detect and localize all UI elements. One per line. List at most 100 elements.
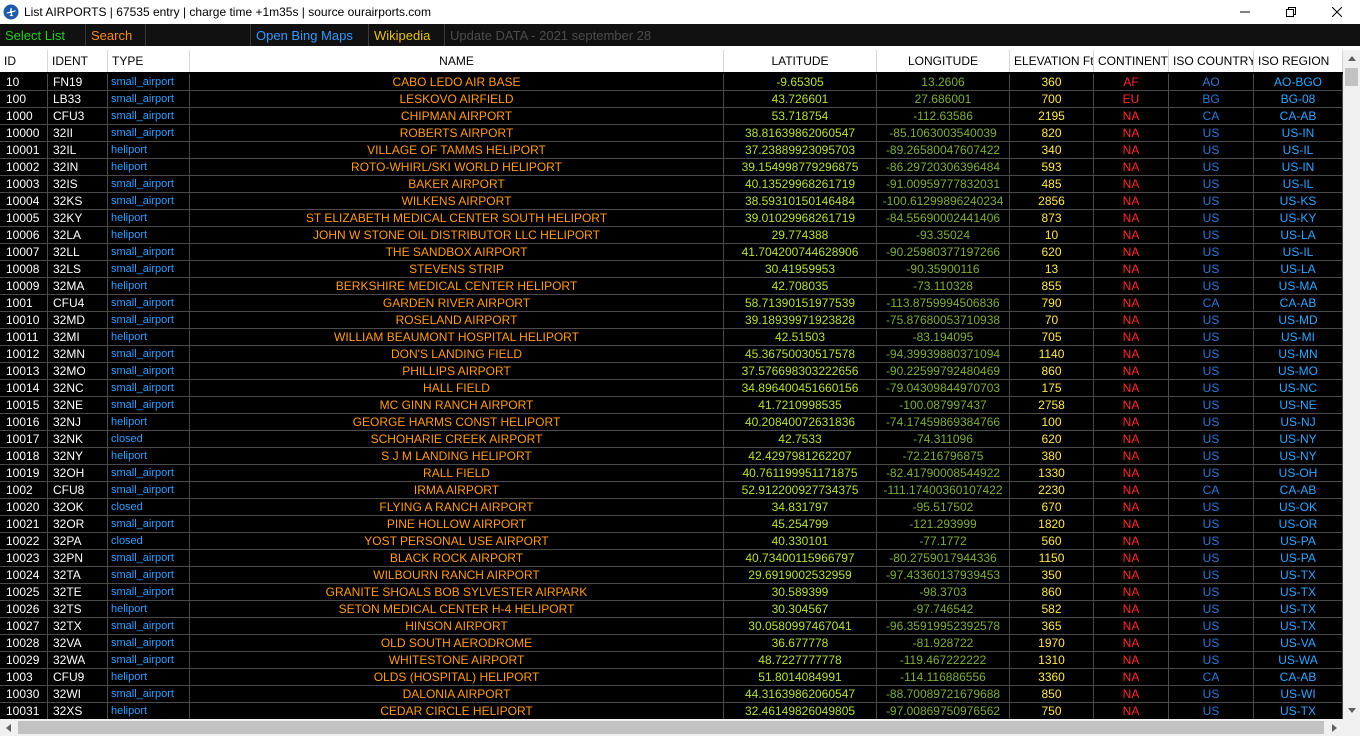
- cell-id[interactable]: 1002: [0, 482, 48, 498]
- cell-longitude[interactable]: -91.00959777832031: [877, 176, 1010, 192]
- cell-type[interactable]: small_airport: [108, 312, 190, 328]
- cell-type[interactable]: small_airport: [108, 397, 190, 413]
- cell-continent[interactable]: NA: [1094, 414, 1169, 430]
- table-row[interactable]: 10023 32PN small_airport BLACK ROCK AIRPORT…: [0, 550, 1343, 567]
- cell-elevation[interactable]: 10: [1010, 227, 1094, 243]
- cell-elevation[interactable]: 860: [1010, 363, 1094, 379]
- cell-continent[interactable]: NA: [1094, 363, 1169, 379]
- cell-elevation[interactable]: 360: [1010, 74, 1094, 90]
- cell-type[interactable]: heliport: [108, 669, 190, 685]
- cell-elevation[interactable]: 750: [1010, 703, 1094, 719]
- cell-elevation[interactable]: 1150: [1010, 550, 1094, 566]
- cell-ident[interactable]: 32TS: [48, 601, 108, 617]
- table-row[interactable]: 10016 32NJ heliport GEORGE HARMS CONST HELI…: [0, 414, 1343, 431]
- cell-ident[interactable]: 32PA: [48, 533, 108, 549]
- table-row[interactable]: 1001 CFU4 small_airport GARDEN RIVER AIRPOR…: [0, 295, 1343, 312]
- cell-latitude[interactable]: 37.23889923095703: [724, 142, 877, 158]
- cell-latitude[interactable]: 34.831797: [724, 499, 877, 515]
- cell-longitude[interactable]: -97.43360137939453: [877, 567, 1010, 583]
- cell-iso-region[interactable]: US-NY: [1254, 448, 1343, 464]
- cell-id[interactable]: 10030: [0, 686, 48, 702]
- cell-name[interactable]: PINE HOLLOW AIRPORT: [190, 516, 724, 532]
- cell-type[interactable]: small_airport: [108, 125, 190, 141]
- cell-ident[interactable]: 32NY: [48, 448, 108, 464]
- cell-latitude[interactable]: 29.6919002532959: [724, 567, 877, 583]
- cell-latitude[interactable]: 42.7533: [724, 431, 877, 447]
- cell-type[interactable]: small_airport: [108, 193, 190, 209]
- cell-name[interactable]: CHIPMAN AIRPORT: [190, 108, 724, 124]
- cell-type[interactable]: closed: [108, 533, 190, 549]
- cell-continent[interactable]: NA: [1094, 499, 1169, 515]
- cell-id[interactable]: 10006: [0, 227, 48, 243]
- cell-type[interactable]: heliport: [108, 159, 190, 175]
- cell-iso-country[interactable]: US: [1169, 618, 1254, 634]
- cell-elevation[interactable]: 855: [1010, 278, 1094, 294]
- cell-name[interactable]: SCHOHARIE CREEK AIRPORT: [190, 431, 724, 447]
- cell-id[interactable]: 10021: [0, 516, 48, 532]
- cell-ident[interactable]: 32NJ: [48, 414, 108, 430]
- cell-iso-country[interactable]: US: [1169, 176, 1254, 192]
- cell-latitude[interactable]: 30.304567: [724, 601, 877, 617]
- scroll-left-arrow[interactable]: [0, 719, 17, 736]
- cell-type[interactable]: heliport: [108, 329, 190, 345]
- cell-continent[interactable]: NA: [1094, 703, 1169, 719]
- table-row[interactable]: 10012 32MN small_airport DON'S LANDING FIEL…: [0, 346, 1343, 363]
- cell-longitude[interactable]: -86.29720306396484: [877, 159, 1010, 175]
- cell-continent[interactable]: AF: [1094, 74, 1169, 90]
- cell-type[interactable]: heliport: [108, 278, 190, 294]
- cell-elevation[interactable]: 2230: [1010, 482, 1094, 498]
- cell-type[interactable]: small_airport: [108, 686, 190, 702]
- cell-name[interactable]: WILBOURN RANCH AIRPORT: [190, 567, 724, 583]
- table-row[interactable]: 10020 32OK closed FLYING A RANCH AIRPORT 34.…: [0, 499, 1343, 516]
- header-latitude[interactable]: LATITUDE: [724, 50, 877, 72]
- cell-ident[interactable]: 32OR: [48, 516, 108, 532]
- cell-ident[interactable]: CFU4: [48, 295, 108, 311]
- table-row[interactable]: 10025 32TE small_airport GRANITE SHOALS BOB…: [0, 584, 1343, 601]
- cell-name[interactable]: HINSON AIRPORT: [190, 618, 724, 634]
- cell-iso-country[interactable]: US: [1169, 227, 1254, 243]
- table-row[interactable]: 10 FN19 small_airport CABO LEDO AIR BASE -9.…: [0, 74, 1343, 91]
- minimize-button[interactable]: [1222, 0, 1268, 24]
- cell-continent[interactable]: NA: [1094, 312, 1169, 328]
- cell-name[interactable]: GEORGE HARMS CONST HELIPORT: [190, 414, 724, 430]
- cell-iso-region[interactable]: US-NE: [1254, 397, 1343, 413]
- cell-iso-country[interactable]: US: [1169, 329, 1254, 345]
- cell-latitude[interactable]: 32.46149826049805: [724, 703, 877, 719]
- cell-iso-country[interactable]: US: [1169, 159, 1254, 175]
- cell-ident[interactable]: 32WI: [48, 686, 108, 702]
- cell-iso-country[interactable]: US: [1169, 652, 1254, 668]
- cell-longitude[interactable]: -85.1063003540039: [877, 125, 1010, 141]
- cell-elevation[interactable]: 100: [1010, 414, 1094, 430]
- cell-continent[interactable]: NA: [1094, 567, 1169, 583]
- scroll-down-arrow[interactable]: [1343, 702, 1360, 719]
- cell-iso-region[interactable]: US-TX: [1254, 584, 1343, 600]
- table-row[interactable]: 10030 32WI small_airport DALONIA AIRPORT 44.…: [0, 686, 1343, 703]
- cell-elevation[interactable]: 705: [1010, 329, 1094, 345]
- cell-longitude[interactable]: -112.63586: [877, 108, 1010, 124]
- cell-iso-region[interactable]: US-NC: [1254, 380, 1343, 396]
- maximize-button[interactable]: [1268, 0, 1314, 24]
- cell-type[interactable]: heliport: [108, 227, 190, 243]
- cell-name[interactable]: BLACK ROCK AIRPORT: [190, 550, 724, 566]
- cell-id[interactable]: 10018: [0, 448, 48, 464]
- cell-iso-country[interactable]: US: [1169, 261, 1254, 277]
- cell-latitude[interactable]: 38.81639862060547: [724, 125, 877, 141]
- cell-latitude[interactable]: 30.0580997467041: [724, 618, 877, 634]
- table-row[interactable]: 10007 32LL small_airport THE SANDBOX AIRPOR…: [0, 244, 1343, 261]
- cell-name[interactable]: GARDEN RIVER AIRPORT: [190, 295, 724, 311]
- cell-iso-country[interactable]: US: [1169, 686, 1254, 702]
- cell-iso-region[interactable]: US-PA: [1254, 550, 1343, 566]
- cell-iso-region[interactable]: US-VA: [1254, 635, 1343, 651]
- cell-name[interactable]: WHITESTONE AIRPORT: [190, 652, 724, 668]
- cell-continent[interactable]: NA: [1094, 295, 1169, 311]
- cell-ident[interactable]: 32MN: [48, 346, 108, 362]
- cell-longitude[interactable]: 13.2606: [877, 74, 1010, 90]
- table-row[interactable]: 10021 32OR small_airport PINE HOLLOW AIRPOR…: [0, 516, 1343, 533]
- cell-ident[interactable]: 32PN: [48, 550, 108, 566]
- cell-longitude[interactable]: -114.116886556: [877, 669, 1010, 685]
- cell-latitude[interactable]: -9.65305: [724, 74, 877, 90]
- cell-iso-region[interactable]: CA-AB: [1254, 482, 1343, 498]
- cell-ident[interactable]: 32NK: [48, 431, 108, 447]
- cell-latitude[interactable]: 44.31639862060547: [724, 686, 877, 702]
- cell-name[interactable]: ROSELAND AIRPORT: [190, 312, 724, 328]
